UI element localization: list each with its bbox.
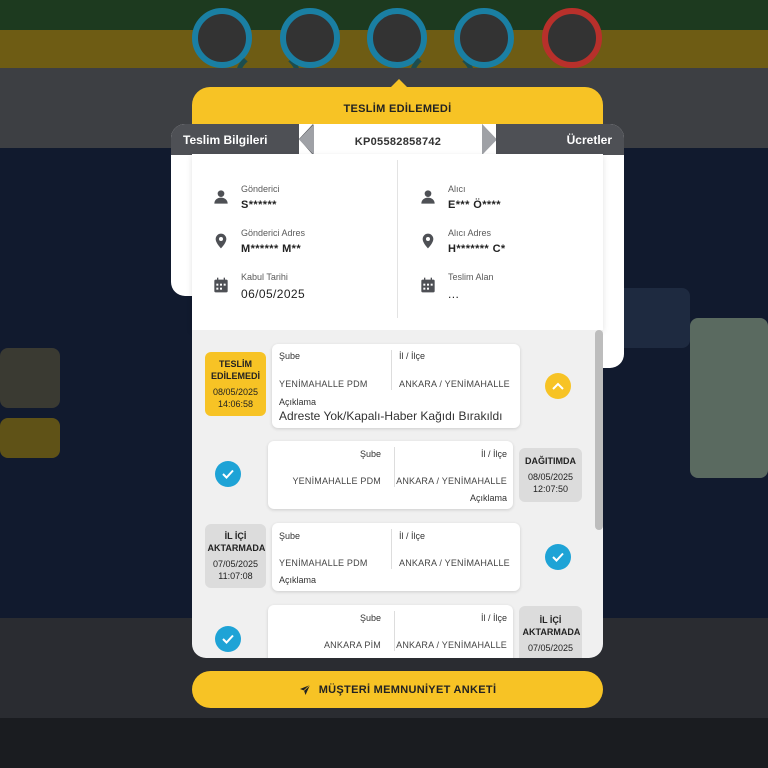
- collapse-button[interactable]: [545, 373, 571, 399]
- receiver-name-value: E*** Ö****: [448, 199, 501, 211]
- receiver-name-row: Alıcı E*** Ö****: [420, 184, 501, 211]
- description-label: Açıklama: [279, 575, 317, 585]
- background-shape: [0, 418, 60, 458]
- sender-name-value: S******: [241, 199, 277, 211]
- person-icon: [214, 190, 228, 204]
- branch-label: Şube: [279, 531, 301, 541]
- delivered-to-row: Teslim Alan ...: [420, 272, 494, 301]
- event-time: 12:07:50: [532, 484, 569, 494]
- info-divider: [397, 160, 398, 318]
- tab-delivery-info[interactable]: Teslim Bilgileri: [171, 124, 299, 155]
- tracking-number: KP05582858742: [354, 136, 442, 148]
- receiver-address-row: Alıcı Adres H******* C*: [420, 228, 506, 255]
- event-datetime: 07/05/2025 11:07:08: [213, 558, 258, 582]
- city-value: ANKARA / YENİMAHALLE: [399, 379, 510, 389]
- event-date: 08/05/2025: [212, 387, 259, 397]
- city-value: ANKARA / YENİMAHALLE: [396, 640, 507, 650]
- calendar-icon: [214, 277, 228, 293]
- event-time: 14:06:58: [217, 399, 254, 409]
- branch-label: Şube: [359, 449, 381, 459]
- sender-address-label: Gönderici Adres: [241, 228, 306, 238]
- background-shape: [0, 348, 60, 408]
- description-label: Açıklama: [279, 397, 317, 407]
- event-date: 07/05/2025: [527, 643, 574, 653]
- branch-value: YENİMAHALLE PDM: [279, 379, 368, 389]
- check-circle-icon: [215, 626, 241, 652]
- check-circle-icon: [545, 544, 571, 570]
- tracking-history-list[interactable]: TESLİM EDİLEMEDİ 08/05/2025 14:06:58 Şube…: [192, 330, 603, 658]
- sender-address-row: Gönderici Adres M****** M**: [213, 228, 305, 255]
- event-card: Şube İl / İlçe YENİMAHALLE PDM ANKARA / …: [272, 344, 520, 428]
- history-scrollbar[interactable]: [595, 330, 603, 530]
- branch-value: ANKARA PİM: [323, 640, 381, 650]
- customer-survey-label: MÜŞTERİ MEMNUNİYET ANKETİ: [318, 683, 497, 696]
- event-time: 11:07:08: [218, 571, 253, 581]
- receiver-name-label: Alıcı: [448, 184, 466, 194]
- receiver-address-label: Alıcı Adres: [448, 228, 492, 238]
- delivered-to-value: ...: [448, 287, 460, 301]
- event-datetime: 08/05/2025 14:06:58: [213, 386, 258, 410]
- customer-survey-button[interactable]: MÜŞTERİ MEMNUNİYET ANKETİ: [192, 671, 603, 708]
- event-divider: [391, 350, 392, 390]
- delivered-to-label: Teslim Alan: [448, 272, 494, 282]
- background-step-circle: [280, 8, 340, 68]
- background-footer: [0, 718, 768, 768]
- sender-name-label: Gönderici: [241, 184, 280, 194]
- background-step-circle: [454, 8, 514, 68]
- event-status: DAĞITIMDA: [525, 456, 576, 466]
- event-card: Şube İl / İlçe YENİMAHALLE PDM ANKARA / …: [268, 441, 513, 509]
- description-label: Açıklama: [469, 493, 507, 503]
- person-icon: [421, 190, 435, 204]
- branch-value: YENİMAHALLE PDM: [292, 476, 381, 486]
- chevron-up-icon: [552, 382, 564, 390]
- event-status: İL İÇİ AKTARMADA: [207, 531, 266, 553]
- description-value: Adreste Yok/Kapalı-Haber Kağıdı Bırakıld…: [279, 409, 503, 423]
- location-pin-icon: [215, 233, 227, 249]
- event-status: İL İÇİ AKTARMADA: [522, 615, 581, 637]
- event-card: Şube İl / İlçe ANKARA PİM ANKARA / YENİM…: [268, 605, 513, 658]
- city-label: İl / İlçe: [480, 613, 507, 623]
- location-pin-icon: [422, 233, 434, 249]
- event-date: 07/05/2025: [212, 559, 259, 569]
- check-circle-icon: [215, 461, 241, 487]
- acceptance-date-value: 06/05/2025: [241, 287, 306, 301]
- background-shape: [690, 318, 768, 478]
- event-date: 08/05/2025: [527, 472, 574, 482]
- sender-address-value: M****** M**: [241, 243, 302, 255]
- event-card: Şube İl / İlçe YENİMAHALLE PDM ANKARA / …: [272, 523, 520, 591]
- background-step-bar: [0, 8, 768, 98]
- event-status-badge: İL İÇİ AKTARMADA 07/05/2025: [519, 606, 582, 658]
- event-status-badge: TESLİM EDİLEMEDİ 08/05/2025 14:06:58: [205, 352, 266, 416]
- event-divider: [394, 611, 395, 651]
- event-status: TESLİM EDİLEMEDİ: [210, 359, 260, 381]
- city-value: ANKARA / YENİMAHALLE: [396, 476, 507, 486]
- paper-plane-icon: [299, 684, 310, 695]
- status-notch: [391, 79, 407, 87]
- city-value: ANKARA / YENİMAHALLE: [399, 558, 510, 568]
- receiver-address-value: H******* C*: [448, 243, 506, 255]
- city-label: İl / İlçe: [399, 351, 426, 361]
- city-label: İl / İlçe: [480, 449, 507, 459]
- city-label: İl / İlçe: [399, 531, 426, 541]
- event-status-badge: DAĞITIMDA 08/05/2025 12:07:50: [519, 448, 582, 502]
- acceptance-date-label: Kabul Tarihi: [241, 272, 288, 282]
- event-datetime: 08/05/2025 12:07:50: [528, 471, 573, 495]
- event-divider: [394, 447, 395, 487]
- event-divider: [391, 529, 392, 569]
- background-step-circle: [542, 8, 602, 68]
- branch-value: YENİMAHALLE PDM: [279, 558, 368, 568]
- branch-label: Şube: [359, 613, 381, 623]
- calendar-icon: [421, 277, 435, 293]
- event-status-badge: İL İÇİ AKTARMADA 07/05/2025 11:07:08: [205, 524, 266, 588]
- acceptance-date-row: Kabul Tarihi 06/05/2025: [213, 272, 305, 301]
- tab-fees[interactable]: Ücretler: [496, 124, 624, 155]
- branch-label: Şube: [279, 351, 301, 361]
- sender-name-row: Gönderici S******: [213, 184, 280, 211]
